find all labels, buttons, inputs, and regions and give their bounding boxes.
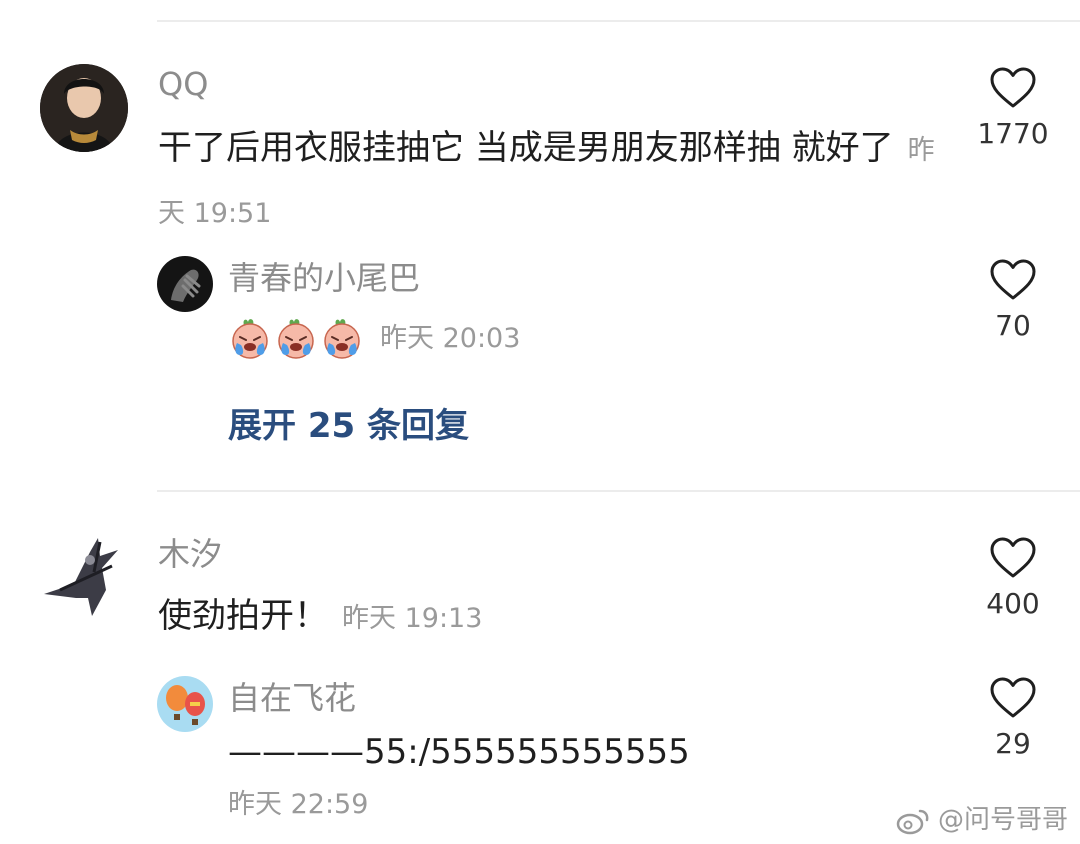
watermark-text: @问号哥哥	[937, 805, 1068, 835]
heart-outline-icon	[989, 66, 1037, 110]
like-button[interactable]: 1770	[965, 66, 1061, 152]
avatar[interactable]	[40, 532, 128, 620]
expand-replies-link[interactable]: 展开 25 条回复	[228, 398, 469, 447]
heart-outline-icon	[989, 258, 1037, 302]
like-count: 400	[986, 587, 1040, 620]
like-button[interactable]: 400	[965, 536, 1061, 622]
comment-body: 干了后用衣服挂抽它 当成是男朋友那样抽 就好了	[158, 128, 894, 168]
weibo-logo-icon	[896, 809, 929, 834]
like-count: 29	[995, 727, 1031, 760]
reply-body: ————55:/555555555555	[228, 732, 690, 772]
like-count: 1770	[977, 117, 1049, 150]
divider	[157, 20, 1080, 22]
reply-timestamp: 昨天 20:03	[380, 323, 521, 354]
divider	[157, 490, 1080, 492]
comment-body: 使劲拍开！	[158, 596, 328, 636]
reply-content: 昨天 20:03	[228, 306, 520, 369]
comment-text: 干了后用衣服挂抽它 当成是男朋友那样抽 就好了 昨天 19:51	[158, 118, 948, 244]
reply-username[interactable]: 自在飞花	[228, 678, 356, 718]
avatar[interactable]	[40, 64, 128, 152]
crying-face-emoji	[228, 316, 272, 360]
comment-timestamp: 昨天 19:13	[342, 603, 483, 634]
comment-username[interactable]: 木汐	[158, 534, 222, 574]
crying-face-emoji	[320, 316, 364, 360]
heart-outline-icon	[989, 676, 1037, 720]
reply-username[interactable]: 青春的小尾巴	[228, 258, 420, 298]
avatar[interactable]	[157, 256, 213, 312]
like-button[interactable]: 29	[965, 676, 1061, 762]
comment-text: 使劲拍开！ 昨天 19:13	[158, 586, 482, 649]
crying-face-emoji	[274, 316, 318, 360]
like-count: 70	[995, 309, 1031, 342]
heart-outline-icon	[989, 536, 1037, 580]
avatar[interactable]	[157, 676, 213, 732]
reply-timestamp: 昨天 22:59	[228, 789, 369, 820]
watermark: @问号哥哥	[896, 799, 1068, 836]
like-button[interactable]: 70	[965, 258, 1061, 344]
comment-username[interactable]: QQ	[158, 64, 208, 104]
